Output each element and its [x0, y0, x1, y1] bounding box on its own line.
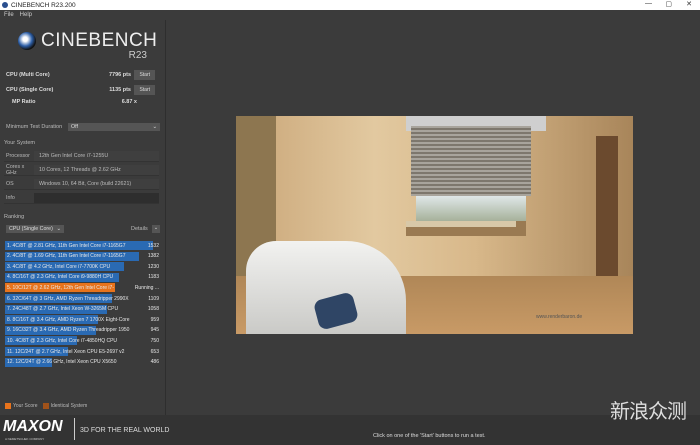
minimize-button[interactable]: — — [645, 0, 652, 7]
single-core-label: CPU (Single Core) — [6, 87, 54, 93]
multi-core-score: 7796 pts — [108, 72, 131, 78]
app-icon — [2, 2, 8, 8]
chevron-down-icon: ⌄ — [152, 124, 157, 130]
ranking-score: Running ... — [134, 284, 159, 291]
ranking-cpu: 6. 32C/64T @ 3 GHz, AMD Ryzen Threadripp… — [7, 295, 129, 302]
title-bar: CINEBENCH R23.200 — ▢ ✕ — [0, 0, 700, 10]
ranking-cpu: 8. 8C/16T @ 3.4 GHz, AMD Ryzen 7 1700X E… — [7, 316, 130, 323]
multi-core-label: CPU (Multi Core) — [6, 72, 50, 78]
system-key: Info — [6, 194, 15, 201]
ranking-heading: Ranking — [4, 214, 25, 220]
ranking-score: 1109 — [148, 295, 159, 302]
identical-system-swatch — [42, 403, 49, 409]
ranking-row[interactable]: 7. 24C/48T @ 2.7 GHz, Intel Xeon W-3265M… — [5, 304, 161, 314]
your-score-swatch — [5, 403, 11, 409]
ranking-row[interactable]: 3. 4C/8T @ 4.2 GHz, Intel Core i7-7700K … — [5, 262, 161, 272]
ranking-score: 750 — [150, 337, 159, 344]
tagline: 3D FOR THE REAL WORLD — [80, 427, 170, 434]
menu-help[interactable]: Help — [20, 12, 32, 18]
left-panel: CINEBENCH R23 CPU (Multi Core) 7796 pts … — [0, 20, 166, 415]
cinebench-logo: CINEBENCH — [18, 30, 157, 52]
maxon-subtitle: A NEMETSCHEK COMPANY — [5, 437, 45, 441]
mp-ratio-label: MP Ratio — [12, 99, 36, 105]
close-button[interactable]: ✕ — [686, 0, 692, 8]
window-title: CINEBENCH R23.200 — [11, 1, 76, 9]
footer-bar: MAXON A NEMETSCHEK COMPANY 3D FOR THE RE… — [0, 399, 700, 445]
ranking-mode-value: CPU (Single Core) — [9, 226, 53, 232]
ranking-cpu: 3. 4C/8T @ 4.2 GHz, Intel Core i7-7700K … — [7, 263, 111, 270]
system-key: OS — [6, 180, 14, 187]
chevron-down-icon: ⌄ — [56, 226, 61, 232]
menu-bar: File Help — [0, 10, 700, 20]
ranking-score: 1183 — [148, 274, 159, 281]
legend-identical-system: Identical System — [50, 403, 88, 409]
ranking-row[interactable]: 4. 8C/16T @ 2.3 GHz, Intel Core i9-9880H… — [5, 272, 161, 282]
ranking-row[interactable]: 8. 8C/16T @ 3.4 GHz, AMD Ryzen 7 1700X E… — [5, 315, 161, 325]
info-field[interactable] — [34, 192, 159, 203]
mp-ratio-row: MP Ratio 6.87 x — [12, 97, 159, 107]
ranking-cpu: 12. 12C/24T @ 2.66 GHz, Intel Xeon CPU X… — [7, 359, 117, 366]
ranking-row[interactable]: 2. 4C/8T @ 1.69 GHz, 11th Gen Intel Core… — [5, 251, 161, 261]
ranking-cpu: 4. 8C/16T @ 2.3 GHz, Intel Core i9-9880H… — [7, 274, 114, 281]
min-duration-label: Minimum Test Duration — [6, 124, 63, 130]
system-value: 12th Gen Intel Core i7-1255U — [34, 150, 159, 161]
system-key: Processor — [6, 152, 30, 159]
system-key: Cores x GHz — [6, 163, 25, 176]
system-row-os: OS Windows 10, 64 Bit, Core (build 22621) — [4, 178, 159, 190]
cinema4d-logo-icon — [18, 32, 36, 50]
ranking-mode-select[interactable]: CPU (Single Core) ⌄ — [6, 225, 64, 233]
ranking-cpu: 1. 4C/8T @ 2.81 GHz, 11th Gen Intel Core… — [7, 242, 126, 249]
ranking-score: 1532 — [147, 242, 159, 249]
ranking-row[interactable]: 9. 16C/32T @ 3.4 GHz, AMD Ryzen Threadri… — [5, 325, 161, 335]
logo-text: CINEBENCH — [41, 30, 158, 51]
maximize-button[interactable]: ▢ — [665, 0, 672, 8]
ranking-row[interactable]: 11. 12C/24T @ 2.7 GHz, Intel Xeon CPU E5… — [5, 347, 161, 356]
divider — [74, 418, 75, 440]
ranking-score: 945 — [150, 327, 159, 334]
status-message: Click on one of the 'Start' buttons to r… — [373, 433, 486, 439]
maxon-logo: MAXON — [3, 418, 63, 435]
system-row-info: Info — [4, 192, 159, 204]
single-core-score: 1135 pts — [109, 87, 131, 93]
mp-ratio-value: 6.87 x — [121, 99, 137, 105]
system-row-cores: Cores x GHz 10 Cores, 12 Threads @ 2.62 G… — [4, 164, 159, 176]
ranking-row[interactable]: 6. 32C/64T @ 3 GHz, AMD Ryzen Threadripp… — [5, 294, 161, 303]
ranking-row[interactable]: 10. 4C/8T @ 2.3 GHz, Intel Core i7-4850H… — [5, 336, 161, 346]
single-core-start-button[interactable]: Start — [134, 85, 155, 95]
min-duration-value: Off — [71, 124, 78, 130]
ranking-cpu: 5. 10C/12T @ 2.62 GHz, 12th Gen Intel Co… — [7, 284, 114, 291]
render-viewport: www.renderbaron.de — [236, 116, 633, 334]
ranking-cpu: 2. 4C/8T @ 1.69 GHz, 11th Gen Intel Core… — [7, 253, 126, 260]
ranking-score: 1382 — [147, 253, 159, 260]
ranking-score: 1058 — [147, 306, 159, 313]
ranking-cpu: 10. 4C/8T @ 2.3 GHz, Intel Core i7-4850H… — [7, 337, 118, 344]
ranking-score: 959 — [150, 316, 159, 323]
render-watermark: www.renderbaron.de — [536, 314, 583, 320]
ranking-row[interactable]: 12. 12C/24T @ 2.66 GHz, Intel Xeon CPU X… — [5, 357, 161, 367]
your-system-heading: Your System — [4, 140, 35, 146]
details-label: Details — [131, 226, 148, 232]
min-duration-select[interactable]: Off ⌄ — [68, 123, 160, 131]
ranking-row[interactable]: 5. 10C/12T @ 2.62 GHz, 12th Gen Intel Co… — [5, 283, 161, 293]
system-row-processor: Processor 12th Gen Intel Core i7-1255U — [4, 150, 159, 162]
ranking-cpu: 7. 24C/48T @ 2.7 GHz, Intel Xeon W-3265M… — [7, 306, 119, 313]
single-core-row: CPU (Single Core) 1135 pts Start — [6, 85, 159, 95]
system-value: Windows 10, 64 Bit, Core (build 22621) — [34, 178, 159, 189]
legend-your-score: Your Score — [13, 403, 38, 409]
legend: Your Score Identical System — [5, 403, 87, 409]
ranking-score: 653 — [150, 348, 159, 355]
details-toggle-button[interactable]: ⌄ — [152, 225, 160, 233]
sina-watermark: 新浪众测 — [610, 399, 687, 423]
version-label: R23 — [128, 50, 147, 61]
ranking-row[interactable]: 1. 4C/8T @ 2.81 GHz, 11th Gen Intel Core… — [5, 241, 161, 250]
ranking-cpu: 11. 12C/24T @ 2.7 GHz, Intel Xeon CPU E5… — [7, 348, 125, 355]
multi-core-row: CPU (Multi Core) 7796 pts Start — [6, 70, 159, 80]
menu-file[interactable]: File — [4, 12, 14, 18]
ranking-cpu: 9. 16C/32T @ 3.4 GHz, AMD Ryzen Threadri… — [7, 327, 130, 334]
ranking-score: 486 — [150, 359, 159, 366]
ranking-score: 1230 — [147, 263, 159, 270]
multi-core-start-button[interactable]: Start — [134, 70, 155, 80]
system-value: 10 Cores, 12 Threads @ 2.62 GHz — [34, 164, 159, 175]
